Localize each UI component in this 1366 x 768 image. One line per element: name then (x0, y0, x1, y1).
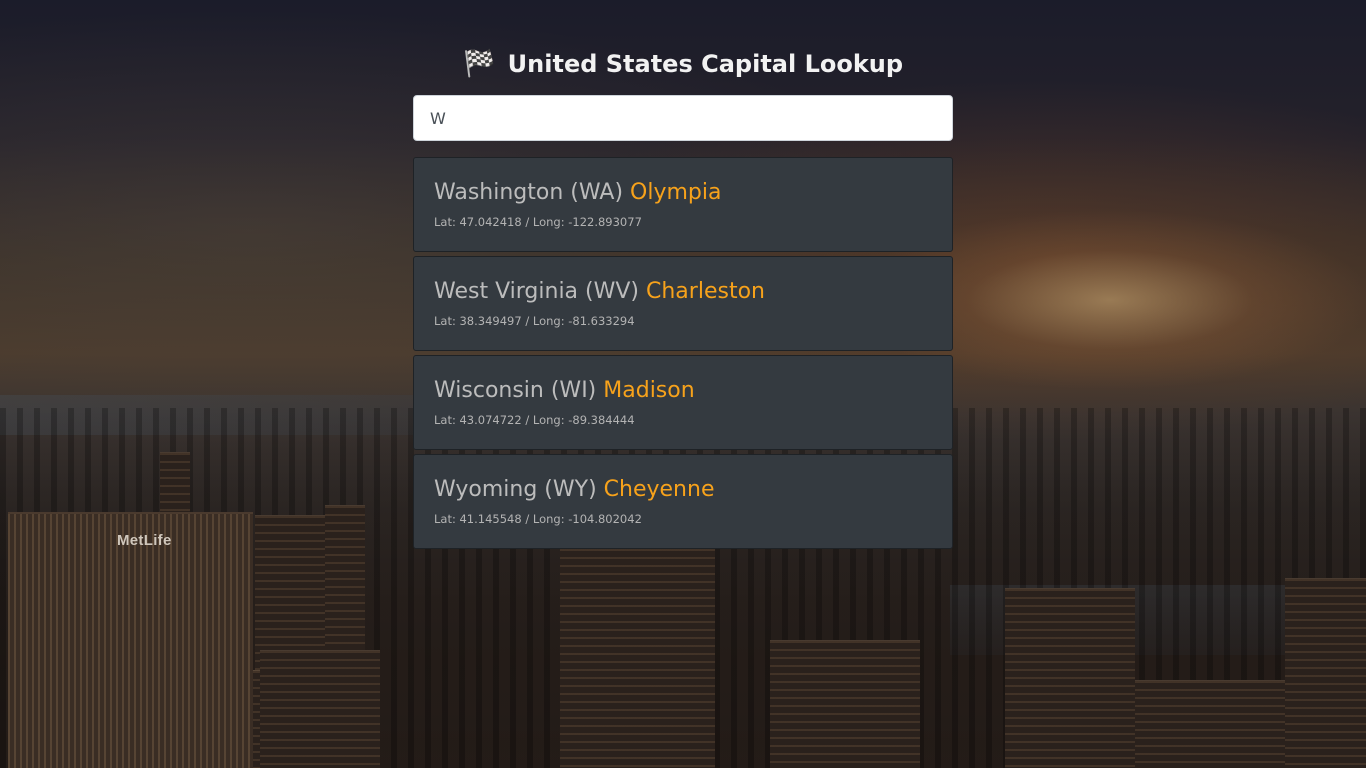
state-name: West Virginia (WV) (434, 279, 639, 304)
capital-name: Charleston (646, 279, 765, 304)
background-building (770, 640, 920, 768)
metlife-sign: MetLife (117, 532, 172, 549)
checkered-flag-icon: 🏁 (462, 49, 496, 79)
result-card-wisconsin[interactable]: Wisconsin (WI) Madison Lat: 43.074722 / … (413, 355, 953, 450)
background-building (260, 650, 380, 768)
result-heading: Wyoming (WY) Cheyenne (434, 475, 932, 505)
page-title-text: United States Capital Lookup (507, 50, 904, 78)
state-name: Washington (WA) (434, 180, 624, 205)
coordinates: Lat: 41.145548 / Long: -104.802042 (434, 512, 642, 526)
capital-name: Olympia (630, 180, 722, 205)
metlife-building (8, 512, 253, 768)
result-card-washington[interactable]: Washington (WA) Olympia Lat: 47.042418 /… (413, 157, 953, 252)
background-building (1285, 578, 1366, 768)
state-name: Wyoming (WY) (434, 477, 597, 502)
capital-name: Cheyenne (603, 477, 715, 502)
background-building (560, 548, 645, 768)
result-heading: West Virginia (WV) Charleston (434, 277, 932, 307)
background-building (645, 548, 715, 768)
state-search-input[interactable] (413, 95, 953, 141)
results-list: Washington (WA) Olympia Lat: 47.042418 /… (413, 157, 953, 553)
page-title: 🏁 United States Capital Lookup (413, 46, 953, 82)
result-card-wyoming[interactable]: Wyoming (WY) Cheyenne Lat: 41.145548 / L… (413, 454, 953, 549)
state-name: Wisconsin (WI) (434, 378, 597, 403)
capital-name: Madison (603, 378, 695, 403)
coordinates: Lat: 38.349497 / Long: -81.633294 (434, 314, 635, 328)
result-heading: Wisconsin (WI) Madison (434, 376, 932, 406)
coordinates: Lat: 43.074722 / Long: -89.384444 (434, 413, 635, 427)
coordinates: Lat: 47.042418 / Long: -122.893077 (434, 215, 642, 229)
result-card-west-virginia[interactable]: West Virginia (WV) Charleston Lat: 38.34… (413, 256, 953, 351)
result-heading: Washington (WA) Olympia (434, 178, 932, 208)
background-building (1005, 588, 1135, 768)
